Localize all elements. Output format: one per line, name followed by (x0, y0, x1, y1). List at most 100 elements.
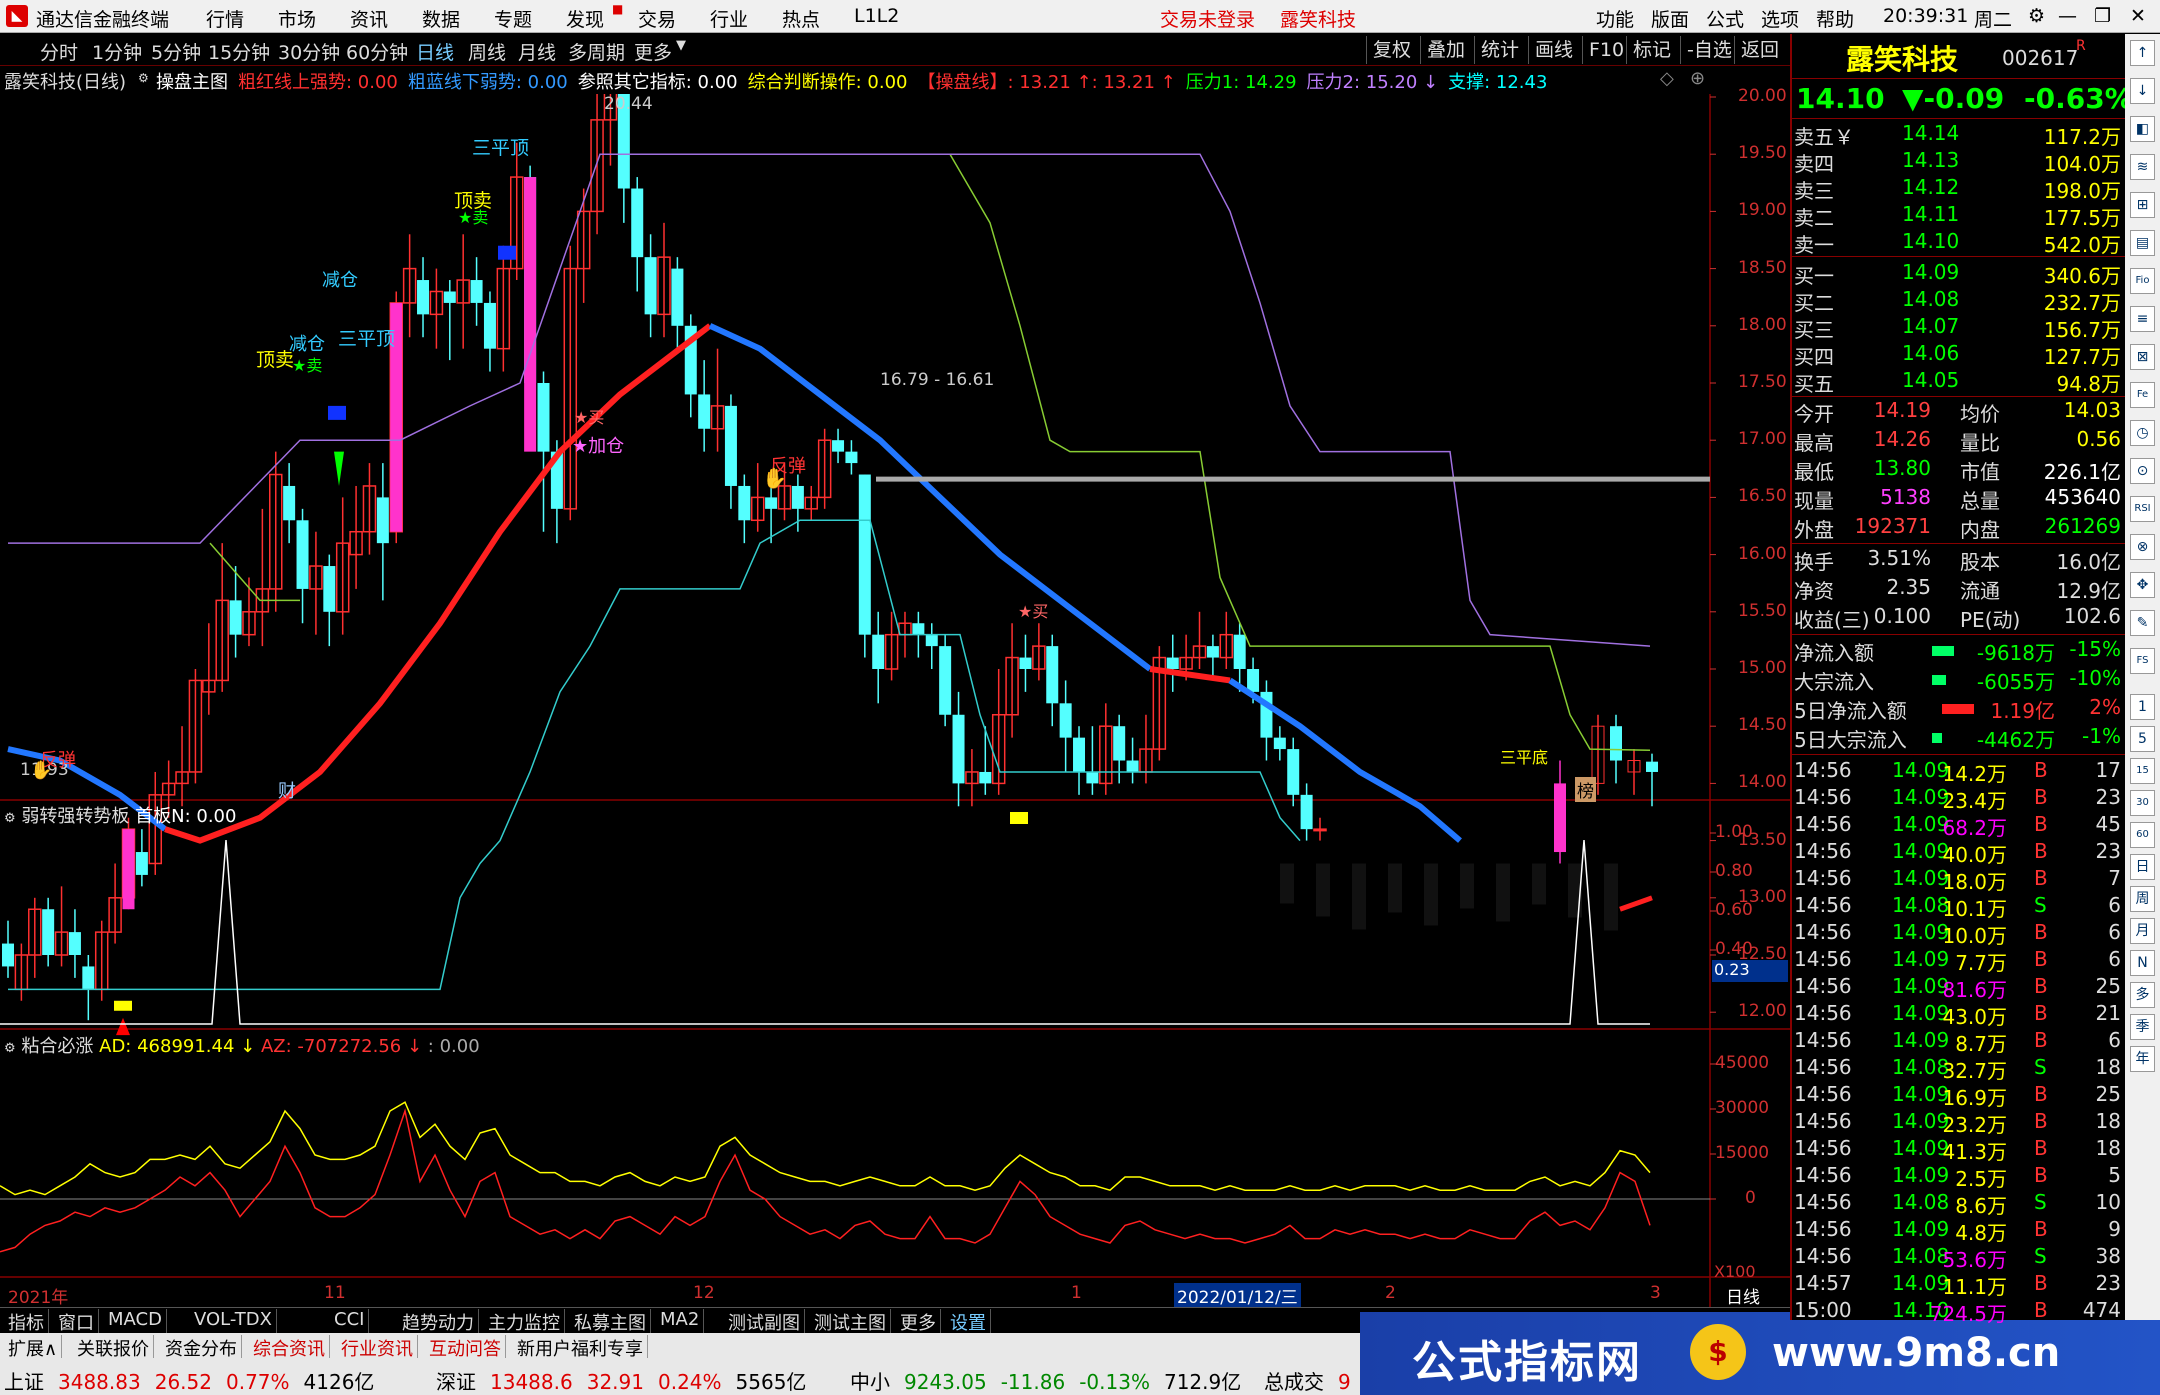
tool-icon[interactable]: ▤ (2130, 230, 2155, 256)
tab-monthly[interactable]: 月线 (518, 38, 556, 65)
indicator-tab[interactable]: 指标 (4, 1309, 49, 1334)
info-tab[interactable]: 综合资讯 (249, 1335, 330, 1360)
info-tab[interactable]: 新用户福利专享 (513, 1335, 648, 1360)
login-status[interactable]: 交易未登录 (1160, 5, 1255, 32)
tool-icon[interactable]: 60 (2130, 822, 2155, 848)
indicator-tab[interactable]: VOL-TDX (190, 1309, 277, 1333)
menu-hangye[interactable]: 行业 (710, 5, 748, 32)
tab-more[interactable]: 更多 (634, 38, 672, 65)
indicator-tab[interactable]: 设置 (946, 1309, 991, 1334)
menu-shichang[interactable]: 市场 (278, 5, 316, 32)
tool-icon[interactable]: Fio (2130, 268, 2155, 294)
tool-icon[interactable]: 周 (2130, 886, 2155, 912)
tool-icon[interactable]: ⊠ (2130, 344, 2155, 370)
huaxian-button[interactable]: 画线 (1528, 36, 1579, 64)
diejia-button[interactable]: 叠加 (1420, 36, 1471, 64)
tab-daily[interactable]: 日线 (416, 38, 454, 65)
info-tab[interactable]: 资金分布 (161, 1335, 242, 1360)
menu-zhuanti[interactable]: 专题 (494, 5, 532, 32)
restore-icon[interactable]: ❐ (2094, 5, 2111, 27)
menu-l1l2[interactable]: L1L2 (854, 5, 899, 27)
indicator-tab[interactable]: 测试主图 (810, 1309, 891, 1334)
info-tab[interactable]: 互动问答 (425, 1335, 506, 1360)
tab-60min[interactable]: 60分钟 (346, 38, 408, 65)
tool-icon[interactable]: ⊙ (2130, 458, 2155, 484)
tool-icon[interactable]: ↓ (2130, 78, 2155, 104)
tool-icon[interactable]: ⊗ (2130, 534, 2155, 560)
menu-hangqing[interactable]: 行情 (206, 5, 244, 32)
minimize-icon[interactable]: — (2058, 5, 2077, 27)
indicator-tab[interactable]: CCI (330, 1309, 370, 1333)
tool-icon[interactable]: 15 (2130, 758, 2155, 784)
indicator-tab[interactable]: MACD (104, 1309, 167, 1333)
tool-icon[interactable]: ◧ (2130, 116, 2155, 142)
tool-icon[interactable]: ↑ (2130, 40, 2155, 66)
close-icon[interactable]: ✕ (2130, 5, 2146, 27)
indicator-tab[interactable]: 私募主图 (570, 1309, 651, 1334)
menu-xuanxiang[interactable]: 选项 (1761, 5, 1799, 32)
gear-icon[interactable]: ⚙ (4, 811, 16, 826)
gear-icon[interactable]: ⚙ (4, 1041, 16, 1056)
tool-icon[interactable]: RSI (2130, 496, 2155, 522)
tool-icon[interactable]: 多 (2130, 982, 2155, 1008)
indicator-tab[interactable]: MA2 (656, 1309, 705, 1333)
info-tab[interactable]: 扩展∧ (4, 1335, 63, 1360)
tab-15min[interactable]: 15分钟 (208, 38, 270, 65)
chevron-down-icon[interactable]: ▼ (676, 38, 686, 53)
tool-icon[interactable]: 30 (2130, 790, 2155, 816)
index-item[interactable]: 深证 13488.6 32.91 0.24% 5565亿 (436, 1366, 820, 1395)
menu-faxian[interactable]: 发现 (566, 5, 604, 32)
biaoji-button[interactable]: 标记 (1626, 36, 1677, 64)
tab-fenshi[interactable]: 分时 (40, 38, 78, 65)
tool-icon[interactable]: 日 (2130, 854, 2155, 880)
sub2-title[interactable]: 粘合必涨 (21, 1036, 93, 1057)
zixuan-button[interactable]: -自选 (1680, 36, 1738, 64)
tool-icon[interactable]: Fe (2130, 382, 2155, 408)
tool-icon[interactable]: ⊞ (2130, 192, 2155, 218)
menu-jiaoyi[interactable]: 交易 (638, 5, 676, 32)
menu-zixun[interactable]: 资讯 (350, 5, 388, 32)
menu-banmian[interactable]: 版面 (1651, 5, 1689, 32)
tab-1min[interactable]: 1分钟 (92, 38, 142, 65)
tab-multi[interactable]: 多周期 (568, 38, 625, 65)
tool-icon[interactable]: ✎ (2130, 610, 2155, 636)
indicator-tab[interactable]: 窗口 (54, 1309, 99, 1334)
info-tab[interactable]: 关联报价 (73, 1335, 154, 1360)
tab-weekly[interactable]: 周线 (468, 38, 506, 65)
settings-icon[interactable]: ⚙ (2028, 5, 2045, 27)
tool-icon[interactable]: ≋ (2130, 154, 2155, 180)
tool-icon[interactable]: 5 (2130, 726, 2155, 752)
tab-5min[interactable]: 5分钟 (151, 38, 201, 65)
tool-icon[interactable]: 月 (2130, 918, 2155, 944)
tool-icon[interactable]: FS (2130, 648, 2155, 674)
index-item[interactable]: 中小 9243.05 -11.86 -0.13% 712.9亿 (850, 1366, 1255, 1395)
tool-icon[interactable]: 年 (2130, 1046, 2155, 1072)
sub1-title[interactable]: 弱转强转势板 (21, 806, 129, 827)
menu-gongneng[interactable]: 功能 (1596, 5, 1634, 32)
indicator-tab[interactable]: 测试副图 (724, 1309, 805, 1334)
info-tab[interactable]: 行业资讯 (337, 1335, 418, 1360)
indicator-tab[interactable]: 趋势动力 (398, 1309, 479, 1334)
tab-30min[interactable]: 30分钟 (278, 38, 340, 65)
kline-chart-area[interactable] (0, 94, 1790, 1307)
tool-icon[interactable]: 季 (2130, 1014, 2155, 1040)
index-item[interactable]: 上证 3488.83 26.52 0.77% 4126亿 (4, 1366, 388, 1395)
menu-redian[interactable]: 热点 (782, 5, 820, 32)
menu-shuju[interactable]: 数据 (422, 5, 460, 32)
tool-icon[interactable]: N (2130, 950, 2155, 976)
plus-icon[interactable]: ⊕ (1690, 68, 1705, 89)
diamond-icon[interactable]: ◇ (1660, 68, 1674, 89)
tool-icon[interactable]: ✥ (2130, 572, 2155, 598)
indicator-tab[interactable]: 更多 (896, 1309, 941, 1334)
tool-icon[interactable]: 1 (2130, 694, 2155, 720)
f10-button[interactable]: F10 (1582, 36, 1630, 64)
menu-gongshi[interactable]: 公式 (1706, 5, 1744, 32)
finance-marker[interactable]: 财 (278, 777, 296, 803)
menu-bangzhu[interactable]: 帮助 (1816, 5, 1854, 32)
billboard-marker[interactable]: 榜 (1575, 777, 1596, 802)
formula-name[interactable]: 操盘主图 (156, 68, 228, 94)
gear-icon[interactable]: ⚙ (138, 71, 149, 85)
index-item[interactable]: 总成交 9 (1264, 1366, 1365, 1395)
back-button[interactable]: 返回 (1734, 36, 1785, 64)
fuquan-button[interactable]: 复权 (1366, 36, 1417, 64)
